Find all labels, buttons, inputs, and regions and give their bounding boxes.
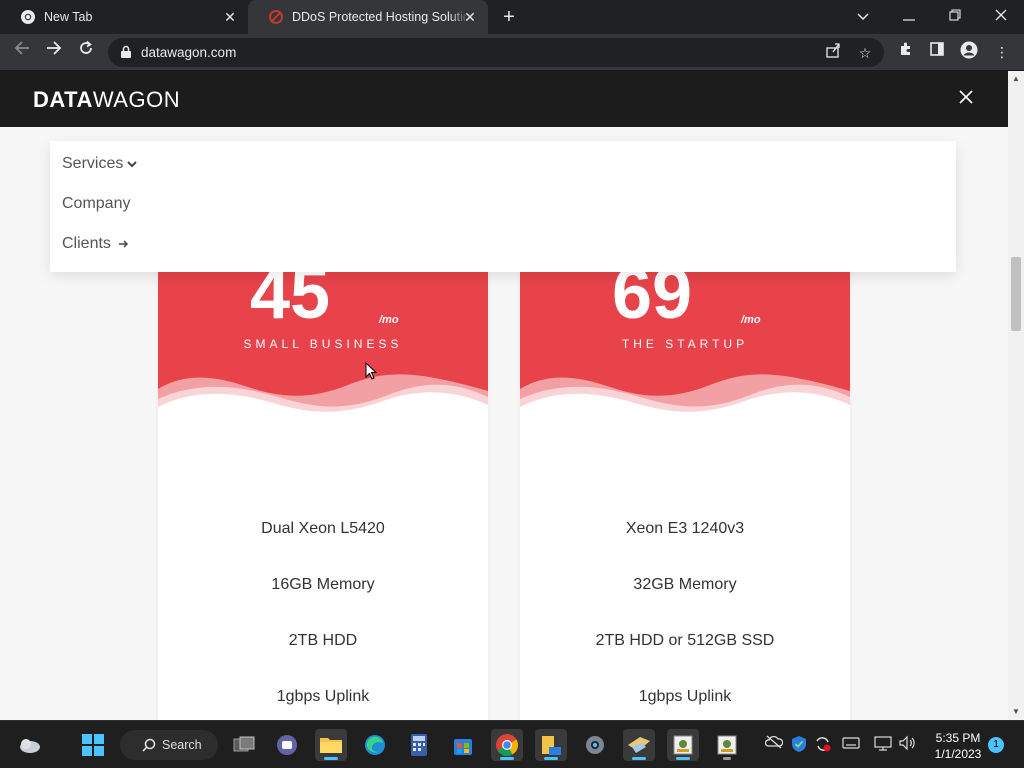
plan-period: /mo [379,314,399,326]
mouse-cursor-icon [365,362,377,380]
tab-new-tab[interactable]: New Tab ✕ [0,0,248,34]
nav-item-company[interactable]: Company [62,195,130,213]
plan-feature: 2TB HDD [288,632,358,649]
settings-gear-icon[interactable] [579,729,611,761]
arrow-right-icon [118,237,129,251]
reload-icon[interactable] [74,40,98,64]
nav-item-clients[interactable]: Clients [62,235,129,253]
bookmark-star-icon[interactable]: ☆ [854,42,876,64]
task-view-icon[interactable] [228,729,260,761]
tab-search-chevron-icon[interactable] [851,4,875,28]
datawagon-favicon [268,9,284,25]
taskbar-clock[interactable]: 5:35 PM 1/1/2023 [928,730,988,762]
search-label: Search [162,738,202,752]
plan-feature: 1gbps Uplink [638,688,732,705]
plan-name: SMALL BUSINESS [243,337,403,351]
page-viewport: 45 /mo SMALL BUSINESS Dual Xeon L5420 16… [0,71,1008,720]
file-manager-icon[interactable] [535,729,567,761]
plan-period: /mo [741,314,761,326]
browser-tab-strip: New Tab ✕ DDoS Protected Hosting Solutio… [0,0,1024,34]
clock-time: 5:35 PM [935,731,981,745]
notification-badge[interactable]: 1 [988,737,1004,753]
microsoft-store-icon[interactable] [447,729,479,761]
onedrive-offline-icon[interactable] [764,735,784,755]
app-icon-2[interactable] [667,729,699,761]
nav-item-services[interactable]: Services [62,155,138,173]
nav-item-label: Services [62,155,124,172]
tab-close-icon[interactable]: ✕ [222,9,238,25]
extensions-icon[interactable] [895,41,917,63]
logo-bold-text: DATA [33,87,93,112]
address-bar[interactable]: datawagon.com ☆ [108,38,884,67]
scrollbar-thumb[interactable] [1011,257,1021,331]
site-header: DATAWAGON [0,71,1008,127]
plan-feature: 16GB Memory [271,576,375,593]
keyboard-icon[interactable] [841,735,861,755]
logo-light-text: WAGON [92,87,181,112]
tab-close-icon[interactable]: ✕ [462,9,478,25]
back-icon[interactable] [10,40,34,64]
close-window-icon[interactable] [989,4,1013,28]
windows-taskbar: Search 5:35 PM 1/1/2023 1 [0,720,1024,768]
sync-alert-icon[interactable] [813,735,833,755]
chrome-icon [20,9,36,25]
tab-ddos-hosting[interactable]: DDoS Protected Hosting Solutions ✕ [248,0,488,34]
browser-menu-icon[interactable]: ⋮ [991,41,1013,63]
profile-icon[interactable] [958,41,980,63]
nav-dropdown-menu: Services Company Clients [50,141,956,272]
network-icon[interactable] [873,735,893,755]
nav-item-label: Clients [62,235,111,252]
close-menu-icon[interactable] [955,86,977,108]
browser-toolbar: datawagon.com ☆ ⋮ [0,34,1024,71]
file-explorer-icon[interactable] [315,729,347,761]
tab-title: DDoS Protected Hosting Solutions [292,10,470,24]
plan-feature: Xeon E3 1240v3 [625,520,745,537]
plan-name: THE STARTUP [621,337,749,351]
chevron-down-icon [127,161,138,168]
plan-feature: 32GB Memory [633,576,737,593]
scroll-up-icon[interactable]: ▲ [1012,75,1020,83]
plan-feature: Dual Xeon L5420 [261,520,385,537]
edge-icon[interactable] [359,729,391,761]
nav-item-label: Company [62,195,131,212]
restore-icon[interactable] [943,4,967,28]
tab-title: New Tab [44,10,93,24]
plan-feature: 1gbps Uplink [276,688,370,705]
page-scrollbar[interactable]: ▲ ▼ [1008,71,1024,720]
app-icon-1[interactable] [623,729,655,761]
wave-decoration [520,374,850,421]
app-icon-3[interactable] [711,729,743,761]
plus-icon[interactable]: + [498,6,520,28]
share-icon[interactable] [822,42,844,64]
scroll-down-icon[interactable]: ▼ [1012,708,1020,716]
clock-date: 1/1/2023 [934,747,982,761]
chrome-taskbar-icon[interactable] [491,729,523,761]
start-icon[interactable] [77,729,109,761]
minimize-icon[interactable] [897,4,921,28]
lock-icon[interactable] [120,45,132,59]
plan-feature: 2TB HDD or 512GB SSD [595,632,775,649]
side-panel-icon[interactable] [926,41,948,63]
taskbar-search[interactable]: Search [120,730,218,760]
site-logo[interactable]: DATAWAGON [33,87,180,113]
wave-decoration [158,374,488,421]
weather-widget-icon[interactable] [13,729,45,761]
volume-icon[interactable] [897,735,917,755]
url-text: datawagon.com [141,45,237,60]
security-shield-icon[interactable] [789,735,809,755]
forward-icon[interactable] [42,40,66,64]
calculator-icon[interactable] [403,729,435,761]
teams-chat-icon[interactable] [271,729,303,761]
search-icon [142,738,156,752]
